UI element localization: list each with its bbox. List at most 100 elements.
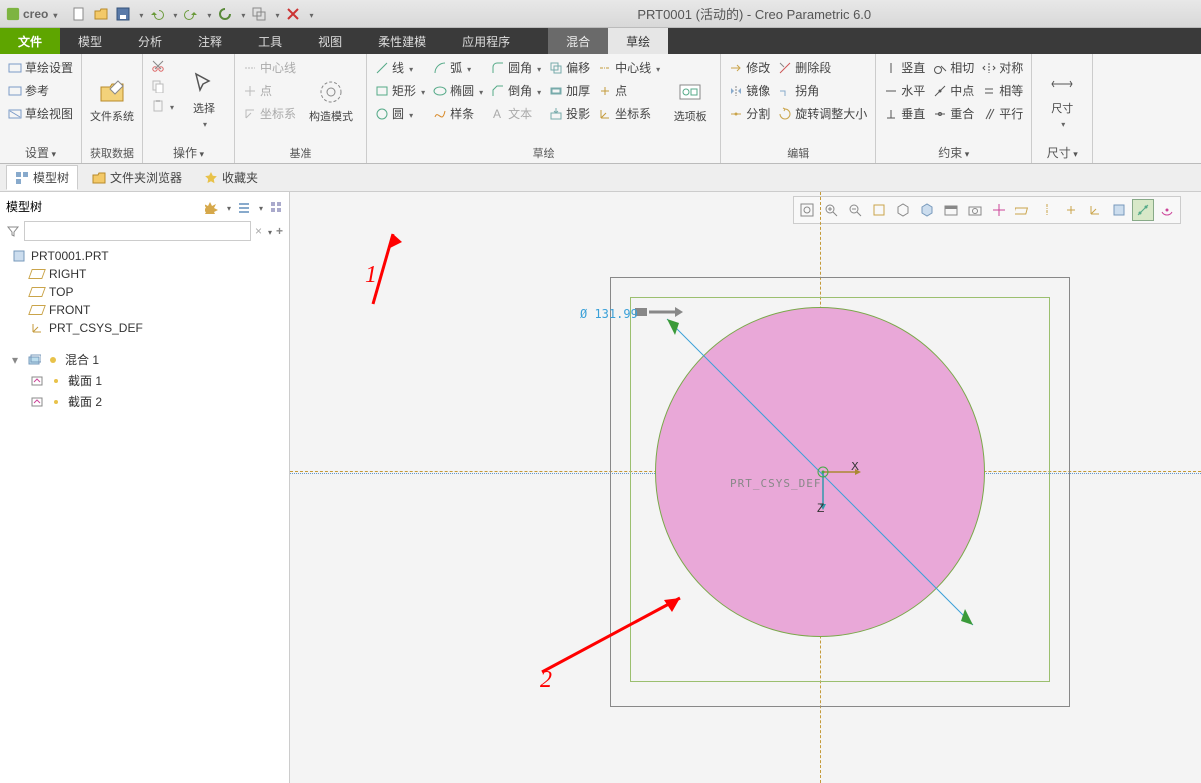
tab-sketch[interactable]: 草绘 xyxy=(608,28,668,54)
modify-button[interactable]: 修改 xyxy=(727,58,772,77)
tab-annotate[interactable]: 注释 xyxy=(180,28,240,54)
tree-settings-icon[interactable] xyxy=(237,200,251,214)
tangent-button[interactable]: 相切 xyxy=(931,58,976,77)
symmetric-button[interactable]: 对称 xyxy=(980,58,1025,77)
ellipse-button[interactable]: 椭圆 xyxy=(431,81,485,100)
centerline-button[interactable]: 中心线 xyxy=(241,58,298,77)
references-button[interactable]: 参考 xyxy=(6,81,75,100)
csys-display-icon[interactable] xyxy=(1084,199,1106,221)
tab-analysis[interactable]: 分析 xyxy=(120,28,180,54)
spin-center-icon[interactable] xyxy=(988,199,1010,221)
browser-tab-favorites[interactable]: 收藏夹 xyxy=(196,166,266,189)
horizontal-button[interactable]: 水平 xyxy=(882,81,927,100)
refit-icon[interactable] xyxy=(796,199,818,221)
divide-button[interactable]: 分割 xyxy=(727,104,772,123)
qat-regen-icon[interactable] xyxy=(217,6,233,22)
text-button[interactable]: A文本 xyxy=(489,104,543,123)
graphics-canvas[interactable]: Ø 131.99 X Z PRT_CSYS_DEF 1 2 xyxy=(290,192,1201,783)
dimension-value[interactable]: Ø 131.99 xyxy=(580,307,638,321)
rectangle-button[interactable]: 矩形 xyxy=(373,81,427,100)
tree-tools-icon[interactable] xyxy=(205,200,219,214)
filter-icon[interactable] xyxy=(6,224,20,238)
tab-flex[interactable]: 柔性建模 xyxy=(360,28,444,54)
palette-button[interactable]: 选项板 xyxy=(666,58,714,143)
qat-windows-icon[interactable] xyxy=(251,6,267,22)
browser-tab-modeltree[interactable]: 模型树 xyxy=(6,165,78,190)
saved-views-icon[interactable] xyxy=(916,199,938,221)
dimension-button[interactable]: 尺寸 xyxy=(1038,58,1086,142)
tab-model[interactable]: 模型 xyxy=(60,28,120,54)
filter-dropdown[interactable] xyxy=(266,224,272,238)
tree-datum-top[interactable]: TOP xyxy=(24,283,283,301)
filter-clear-icon[interactable]: × xyxy=(255,224,262,238)
rotate-resize-button[interactable]: 旋转调整大小 xyxy=(776,104,869,123)
tree-feature-blend[interactable]: ▾ 混合 1 xyxy=(6,349,283,370)
tree-datum-right[interactable]: RIGHT xyxy=(24,265,283,283)
tree-show-icon[interactable] xyxy=(269,200,283,214)
qat-open-icon[interactable] xyxy=(93,6,109,22)
tab-blend[interactable]: 混合 xyxy=(548,28,608,54)
tree-datum-front[interactable]: FRONT xyxy=(24,301,283,319)
spin-icon[interactable] xyxy=(1156,199,1178,221)
mirror-button[interactable]: 镜像 xyxy=(727,81,772,100)
point-display-icon[interactable] xyxy=(1060,199,1082,221)
filter-add-icon[interactable]: + xyxy=(276,224,283,238)
perpendicular-button[interactable]: 垂直 xyxy=(882,104,927,123)
csys-label: PRT_CSYS_DEF xyxy=(730,477,821,490)
tab-tools[interactable]: 工具 xyxy=(240,28,300,54)
datum-display-icon[interactable] xyxy=(1012,199,1034,221)
fillet-button[interactable]: 圆角 xyxy=(489,58,543,77)
select-button[interactable]: 选择 xyxy=(180,58,228,142)
tab-view[interactable]: 视图 xyxy=(300,28,360,54)
qat-redo-icon[interactable] xyxy=(183,6,199,22)
qat-undo-icon[interactable] xyxy=(149,6,165,22)
thicken-button[interactable]: 加厚 xyxy=(547,81,592,100)
group-edit: 修改 镜像 分割 删除段 拐角 旋转调整大小 编辑 xyxy=(721,54,876,163)
cut-button[interactable] xyxy=(149,58,176,74)
tree-root[interactable]: PRT0001.PRT xyxy=(6,247,283,265)
spline-button[interactable]: 样条 xyxy=(431,104,485,123)
tree-filter-input[interactable] xyxy=(24,221,251,241)
tab-file[interactable]: 文件 xyxy=(0,28,60,54)
vertical-button[interactable]: 竖直 xyxy=(882,58,927,77)
plane-tag-icon[interactable] xyxy=(1108,199,1130,221)
svg-text:Z: Z xyxy=(817,501,824,515)
sketch-settings-button[interactable]: 草绘设置 xyxy=(6,58,75,77)
project-button[interactable]: 投影 xyxy=(547,104,592,123)
tree-section-2[interactable]: 截面 2 xyxy=(24,391,283,412)
parallel-button[interactable]: 平行 xyxy=(980,104,1025,123)
zoom-in-icon[interactable] xyxy=(820,199,842,221)
tree-csys[interactable]: PRT_CSYS_DEF xyxy=(24,319,283,337)
qat-save-icon[interactable] xyxy=(115,6,131,22)
filesystem-button[interactable]: 文件系统 xyxy=(88,58,136,143)
browser-tab-folder[interactable]: 文件夹浏览器 xyxy=(84,166,190,189)
chamfer-button[interactable]: 倒角 xyxy=(489,81,543,100)
qat-close-icon[interactable] xyxy=(285,6,301,22)
midpoint-button[interactable]: 中点 xyxy=(931,81,976,100)
qat-new-icon[interactable] xyxy=(71,6,87,22)
line-button[interactable]: 线 xyxy=(373,58,427,77)
point2-button[interactable]: 点 xyxy=(596,81,662,100)
point-button[interactable]: 点 xyxy=(241,81,298,100)
repaint-icon[interactable] xyxy=(868,199,890,221)
circle-button[interactable]: 圆 xyxy=(373,104,427,123)
centerline2-button[interactable]: 中心线 xyxy=(596,58,662,77)
coincident-button[interactable]: 重合 xyxy=(931,104,976,123)
axis-display-icon[interactable] xyxy=(1036,199,1058,221)
arc-button[interactable]: 弧 xyxy=(431,58,485,77)
corner-button[interactable]: 拐角 xyxy=(776,81,869,100)
tree-section-1[interactable]: 截面 1 xyxy=(24,370,283,391)
zoom-out-icon[interactable] xyxy=(844,199,866,221)
construction-mode-button[interactable]: 构造模式 xyxy=(302,58,360,143)
offset-button[interactable]: 偏移 xyxy=(547,58,592,77)
delete-segment-button[interactable]: 删除段 xyxy=(776,58,869,77)
tab-apps[interactable]: 应用程序 xyxy=(444,28,528,54)
csys2-button[interactable]: 坐标系 xyxy=(596,104,662,123)
csys-button[interactable]: 坐标系 xyxy=(241,104,298,123)
display-style-icon[interactable] xyxy=(892,199,914,221)
annotation-display-icon[interactable] xyxy=(1132,199,1154,221)
camera-icon[interactable] xyxy=(964,199,986,221)
sketch-view-button[interactable]: 草绘视图 xyxy=(6,104,75,123)
view-manager-icon[interactable] xyxy=(940,199,962,221)
equal-button[interactable]: 相等 xyxy=(980,81,1025,100)
